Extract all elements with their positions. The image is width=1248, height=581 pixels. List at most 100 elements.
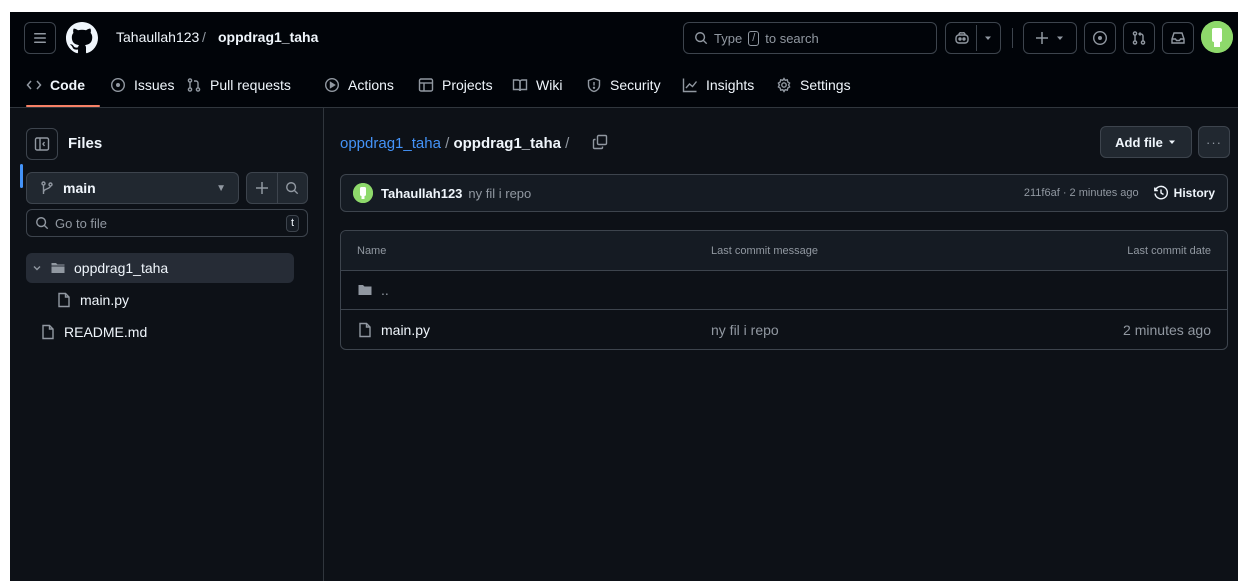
file-icon <box>359 322 371 337</box>
sidebar-collapse-icon <box>34 137 50 151</box>
chevron-down-icon <box>1168 140 1175 144</box>
book-icon <box>512 79 528 92</box>
history-label: History <box>1173 186 1215 200</box>
tab-security[interactable]: Security <box>586 62 661 108</box>
breadcrumb-path: oppdrag1_taha / oppdrag1_taha / <box>340 135 569 152</box>
tab-projects[interactable]: Projects <box>418 62 493 108</box>
commit-author-avatar[interactable] <box>353 183 373 203</box>
search-icon <box>36 217 49 230</box>
tree-item-label: oppdrag1_taha <box>74 260 169 276</box>
menu-button[interactable] <box>24 22 56 54</box>
tab-pull-requests[interactable]: Pull requests <box>186 62 291 108</box>
hamburger-icon <box>34 33 46 43</box>
go-to-file-shortcut: t <box>285 214 299 232</box>
chevron-down-icon: ▼ <box>216 182 226 194</box>
tab-label: Settings <box>800 77 851 93</box>
git-branch-icon <box>41 181 53 194</box>
user-avatar[interactable] <box>1201 21 1233 53</box>
commit-meta[interactable]: 211f6af · 2 minutes ago <box>1024 187 1139 199</box>
app-frame: Tahaullah123 / oppdrag1_taha Type / to s… <box>10 12 1238 581</box>
tree-item-folder[interactable]: oppdrag1_taha <box>26 253 294 283</box>
repo-tabs: Code Issues Pull requests Actions Projec… <box>10 62 1238 108</box>
avatar-identicon-icon <box>1201 21 1233 53</box>
folder-icon <box>358 285 372 295</box>
breadcrumb-separator: / <box>202 29 206 45</box>
file-name-cell[interactable]: main.py <box>357 310 430 349</box>
issues-button[interactable] <box>1084 22 1116 54</box>
tree-item-file[interactable]: README.md <box>40 317 147 347</box>
create-new-button[interactable] <box>1023 22 1077 54</box>
search-input[interactable]: Type / to search <box>683 22 937 54</box>
graph-icon <box>682 78 698 93</box>
branch-selector[interactable]: main ▼ <box>26 172 239 204</box>
add-file-label: Add file <box>1115 134 1163 150</box>
chevron-down-icon <box>33 266 41 271</box>
search-icon <box>286 182 299 195</box>
tab-label: Insights <box>706 77 755 93</box>
more-options-button[interactable]: ··· <box>1198 126 1230 158</box>
tree-item-label: main.py <box>80 292 130 308</box>
commit-message-cell[interactable]: ny fil i repo <box>711 310 779 349</box>
column-header-message: Last commit message <box>711 244 818 257</box>
issue-icon <box>1092 30 1108 46</box>
pull-requests-button[interactable] <box>1123 22 1155 54</box>
avatar-identicon-icon <box>353 183 373 203</box>
tab-label: Issues <box>134 77 175 93</box>
tab-issues[interactable]: Issues <box>110 62 174 108</box>
owner-link[interactable]: Tahaullah123 <box>116 29 199 45</box>
branch-name: main <box>63 180 96 196</box>
tab-code[interactable]: Code <box>26 62 85 108</box>
copilot-button[interactable] <box>945 22 1001 54</box>
breadcrumb-sep: / <box>440 135 454 152</box>
breadcrumb-repo-link[interactable]: oppdrag1_taha <box>340 135 441 152</box>
commit-author[interactable]: Tahaullah123 <box>381 186 462 201</box>
tree-item-label: README.md <box>64 324 148 340</box>
tab-settings[interactable]: Settings <box>776 62 851 108</box>
repo-link[interactable]: oppdrag1_taha <box>218 29 318 45</box>
copy-path-button[interactable] <box>592 134 608 153</box>
breadcrumb-trailing: / <box>560 135 570 152</box>
search-tree-button[interactable] <box>276 173 308 203</box>
commit-date-cell: 2 minutes ago <box>1123 321 1211 338</box>
history-icon <box>1153 185 1168 200</box>
chevron-down-icon <box>1057 36 1063 40</box>
tree-item-file[interactable]: main.py <box>56 285 129 315</box>
tab-label: Security <box>610 77 661 93</box>
search-prefix: Type <box>714 30 743 46</box>
tab-insights[interactable]: Insights <box>682 62 754 108</box>
inbox-button[interactable] <box>1162 22 1194 54</box>
add-file-tree-button[interactable] <box>247 173 277 203</box>
search-icon <box>695 32 708 45</box>
play-icon <box>324 77 340 93</box>
code-icon <box>26 80 42 90</box>
parent-dir-cell: .. <box>357 271 389 309</box>
commit-message[interactable]: ny fil i repo <box>468 186 531 201</box>
tab-wiki[interactable]: Wiki <box>512 62 562 108</box>
tab-label: Code <box>50 77 85 93</box>
shield-icon <box>587 77 601 93</box>
table-header: Name Last commit message Last commit dat… <box>341 231 1227 271</box>
tab-label: Wiki <box>536 77 563 93</box>
tab-label: Projects <box>442 77 493 93</box>
file-icon <box>58 292 70 308</box>
plus-icon <box>255 182 268 194</box>
header-divider <box>1012 28 1013 48</box>
tab-label: Actions <box>348 77 394 93</box>
history-button[interactable]: History <box>1153 185 1215 201</box>
github-logo-icon[interactable] <box>66 22 98 54</box>
folder-open-icon <box>51 263 65 273</box>
tree-actions <box>246 172 308 204</box>
collapse-sidebar-button[interactable] <box>26 128 58 160</box>
table-icon <box>418 78 434 92</box>
parent-dir-label: .. <box>381 282 389 298</box>
file-name: main.py <box>381 321 431 338</box>
file-table: Name Last commit message Last commit dat… <box>340 230 1228 350</box>
tab-label: Pull requests <box>210 77 291 93</box>
table-row-parent[interactable]: .. <box>341 271 1227 310</box>
selected-indicator <box>20 164 23 188</box>
tab-actions[interactable]: Actions <box>324 62 394 108</box>
add-file-button[interactable]: Add file <box>1100 126 1192 158</box>
table-row[interactable]: main.py ny fil i repo 2 minutes ago <box>341 310 1227 349</box>
latest-commit-bar: Tahaullah123 ny fil i repo 211f6af · 2 m… <box>340 174 1228 212</box>
go-to-file-input[interactable]: Go to file t <box>26 209 308 237</box>
